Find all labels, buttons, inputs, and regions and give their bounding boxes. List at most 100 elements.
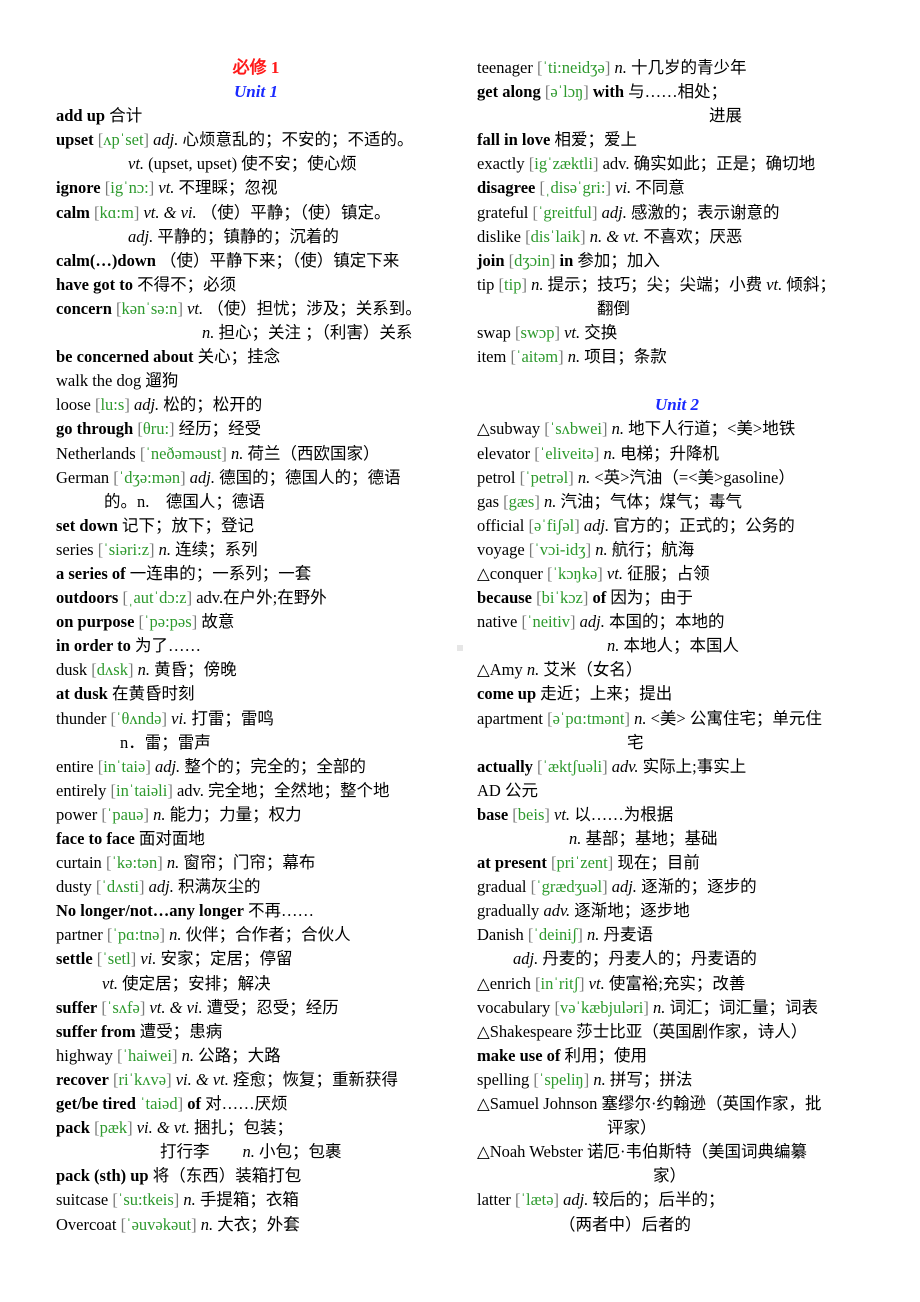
definition: 家） bbox=[653, 1166, 686, 1186]
bracket-close: ] bbox=[579, 973, 585, 993]
vocab-entry: No longer/not…any longer 不再…… bbox=[56, 899, 456, 923]
definition: 将（东西）装箱打包 bbox=[152, 1166, 302, 1186]
phonetic: θru: bbox=[142, 419, 170, 439]
phonetic: swɔp bbox=[520, 323, 555, 343]
bracket-close: ] bbox=[549, 250, 556, 270]
definition: 小包；包裹 bbox=[259, 1142, 342, 1162]
definition: 心烦意乱的；不安的；不适的。 bbox=[182, 130, 414, 150]
phonetic: lu:s bbox=[100, 395, 125, 415]
bracket-close: ] bbox=[169, 419, 175, 439]
headword: settle bbox=[56, 949, 93, 969]
vocab-entry: at dusk 在黄昏时刻 bbox=[56, 682, 456, 706]
definition: 不喜欢；厌恶 bbox=[643, 226, 743, 246]
definition-continuation: 家） bbox=[477, 1164, 877, 1188]
phonetic: biˈkɔz bbox=[541, 588, 583, 608]
definition-continuation: 翻倒 bbox=[477, 297, 877, 321]
definition: 本地人；本国人 bbox=[623, 636, 740, 656]
bracket-close: ] bbox=[605, 178, 611, 198]
headword: in order to bbox=[56, 636, 131, 656]
headword: △Shakespeare bbox=[477, 1021, 573, 1041]
bracket-close: ] bbox=[602, 756, 608, 776]
bracket-close: ] bbox=[167, 780, 173, 800]
part-of-speech: n. bbox=[231, 443, 244, 463]
definition-continuation: 进展 bbox=[477, 104, 877, 128]
vocab-entry: because [biˈkɔz] of 因为；由于 bbox=[477, 586, 877, 610]
bracket-close: ] bbox=[592, 154, 599, 174]
headword: curtain bbox=[56, 853, 102, 873]
vocab-entry: outdoors [ˌautˈdɔ:z] adv.在户外;在野外 bbox=[56, 586, 456, 610]
headword: Netherlands bbox=[56, 443, 136, 463]
phonetic: ˈspeliŋ bbox=[538, 1069, 584, 1089]
part-of-speech: n. bbox=[567, 347, 581, 367]
vocab-entry: concern [kənˈsə:n] vt. （使）担忧；涉及；关系到。 bbox=[56, 297, 456, 321]
headword: △Samuel Johnson bbox=[477, 1094, 598, 1114]
definition: 项目；条款 bbox=[584, 347, 667, 367]
definition: 公元 bbox=[504, 780, 538, 800]
definition: 能力；力量；权力 bbox=[169, 804, 302, 824]
headword-tail: of bbox=[187, 1094, 201, 1114]
part-of-speech: n. & vt. bbox=[589, 226, 640, 246]
vocab-entry: pack [pæk] vi. & vt. 捆扎；包装； bbox=[56, 1116, 456, 1140]
part-of-speech: vt. bbox=[606, 563, 623, 583]
headword: grateful bbox=[477, 202, 529, 222]
vocab-entry: native [ˈneitiv] adj. 本国的；本地的 bbox=[477, 610, 877, 634]
part-of-speech: n. bbox=[202, 323, 215, 343]
part-of-speech: n. bbox=[543, 491, 557, 511]
part-of-speech: n. bbox=[153, 804, 166, 824]
phonetic: ˈvɔi-idʒ bbox=[534, 539, 586, 559]
definition: 不理睬；忽视 bbox=[178, 178, 278, 198]
definition: 关心；挂念 bbox=[197, 347, 281, 367]
phonetic: ˌdisəˈgri: bbox=[544, 178, 606, 198]
definition-continuation: n. 本地人；本国人 bbox=[477, 634, 877, 658]
headword: pack (sth) up bbox=[56, 1166, 149, 1186]
definition: 逐渐地；逐步地 bbox=[574, 901, 690, 921]
headword: entirely bbox=[56, 780, 107, 800]
part-of-speech: adj. bbox=[583, 515, 610, 535]
headword: at dusk bbox=[56, 684, 108, 704]
definition: 不得不；必须 bbox=[137, 274, 237, 294]
headword: get along bbox=[477, 82, 541, 102]
definition: 一连串的；一系列；一套 bbox=[129, 563, 312, 583]
headword: Overcoat bbox=[56, 1214, 117, 1234]
phonetic: ˈsetl bbox=[102, 949, 131, 969]
headword: gas bbox=[477, 491, 499, 511]
phonetic: dʒɔin bbox=[514, 250, 550, 270]
part-of-speech: vi. bbox=[171, 708, 188, 728]
bracket-close: ] bbox=[574, 515, 580, 535]
definition: 汽油；气体；煤气；毒气 bbox=[560, 491, 742, 511]
headword: gradual bbox=[477, 877, 527, 897]
definition: 逐渐的；逐步的 bbox=[641, 877, 757, 897]
vocab-entry: get along [əˈlɔŋ] with 与……相处； bbox=[477, 80, 877, 104]
headword: face to face bbox=[56, 829, 135, 848]
headword: voyage bbox=[477, 539, 525, 559]
bracket-close: ] bbox=[582, 588, 589, 608]
bracket-close: ] bbox=[177, 298, 183, 318]
vocab-entry: series [ˈsiəri:z] n. 连续；系列 bbox=[56, 538, 456, 562]
headword: suitcase bbox=[56, 1190, 109, 1210]
unit-title: Unit 2 bbox=[655, 395, 699, 415]
bracket-close: ] bbox=[127, 1118, 133, 1138]
definition: 黄昏；傍晚 bbox=[154, 660, 237, 680]
bracket-close: ] bbox=[149, 539, 155, 559]
headword: native bbox=[477, 612, 518, 632]
phonetic: ˈθʌndə bbox=[116, 708, 162, 728]
headword: join bbox=[477, 250, 505, 270]
bracket-close: ] bbox=[643, 997, 649, 1017]
headword: gradually bbox=[477, 901, 540, 921]
part-of-speech: n. bbox=[607, 636, 620, 656]
phonetic: əˈlɔŋ bbox=[550, 82, 584, 102]
definition-continuation: 评家） bbox=[477, 1116, 877, 1140]
definition: 捆扎；包装； bbox=[193, 1118, 293, 1138]
part-of-speech: adv. bbox=[611, 756, 639, 776]
definition: （使）担忧；涉及；关系到。 bbox=[207, 298, 422, 318]
part-of-speech: n. bbox=[526, 660, 540, 680]
entry-list: teenager [ˈti:neidʒə] n. 十几岁的青少年 get alon… bbox=[477, 56, 877, 369]
vocab-entry: ignore [igˈnɔ:] vt. 不理睬；忽视 bbox=[56, 176, 456, 200]
definition: 官方的；正式的；公务的 bbox=[613, 515, 795, 535]
definition: 航行；航海 bbox=[611, 539, 695, 559]
part-of-speech: n. bbox=[137, 660, 150, 680]
vocab-entry: thunder [ˈθʌndə] vi. 打雷；雷鸣 bbox=[56, 707, 456, 731]
definition: adv. 确实如此；正是；确切地 bbox=[602, 154, 816, 174]
headword: power bbox=[56, 804, 98, 824]
definition: 公路；大路 bbox=[198, 1045, 281, 1065]
